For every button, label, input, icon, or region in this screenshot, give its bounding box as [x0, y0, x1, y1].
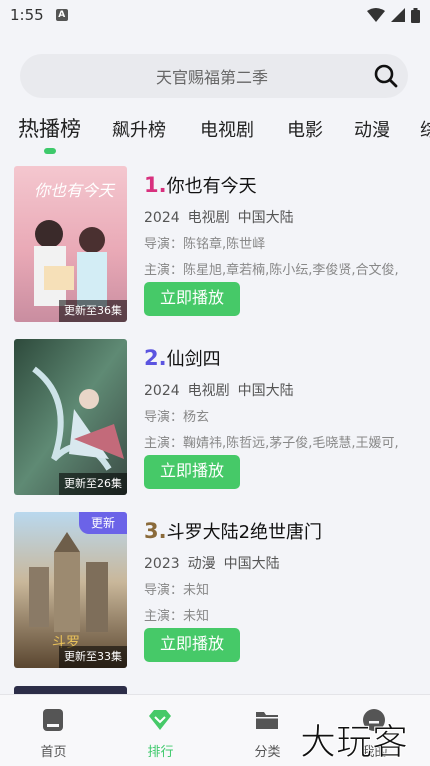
notification-icon: A [55, 9, 68, 21]
svg-text:你也有今天: 你也有今天 [34, 181, 116, 200]
search-bar[interactable]: 天官赐福第二季 [20, 54, 408, 98]
play-button[interactable]: 立即播放 [144, 455, 240, 489]
tab-hot[interactable]: 热播榜 [18, 113, 81, 143]
episode-badge: 更新至33集 [59, 646, 127, 668]
status-time: 1:55 [10, 6, 44, 24]
item-director: 导演：未知 [144, 583, 210, 598]
tab-movie[interactable]: 电影 [287, 116, 323, 142]
search-icon[interactable] [364, 54, 408, 98]
nav-label: 排行 [147, 745, 174, 760]
new-badge: 更新 [79, 512, 127, 534]
item-region: 中国大陆 [223, 556, 280, 572]
status-icons [367, 7, 420, 23]
rank-number: 1. [144, 173, 167, 197]
nav-home[interactable]: 首页 [0, 695, 107, 766]
item-year: 2023 [144, 556, 180, 572]
item-year: 2024 [144, 383, 180, 399]
item-title[interactable]: 你也有今天 [167, 176, 257, 197]
wifi-icon [367, 8, 385, 22]
item-director: 导演：陈铭章,陈世峄 [144, 237, 266, 252]
tab-indicator [44, 148, 56, 154]
ranking-diamond-icon [149, 710, 171, 730]
poster-image[interactable]: 更新至26集 [14, 339, 127, 495]
status-bar: 1:55 A [0, 0, 430, 30]
home-icon [43, 709, 63, 731]
nav-label: 首页 [40, 745, 67, 760]
item-title[interactable]: 斗罗大陆2绝世唐门 [167, 522, 322, 543]
item-info: 1.你也有今天 2024 电视剧 中国大陆 导演：陈铭章,陈世峄 主演：陈星旭,章若… [144, 166, 414, 316]
item-info: 2.仙剑四 2024 电视剧 中国大陆 导演：杨玄 主演：鞠婧祎,陈哲远,茅子俊,毛… [144, 339, 414, 489]
play-button[interactable]: 立即播放 [144, 628, 240, 662]
item-cast: 主演：鞠婧祎,陈哲远,茅子俊,毛晓慧,王媛可, [144, 436, 399, 451]
item-title-row[interactable]: 3.斗罗大陆2绝世唐门 [144, 516, 414, 546]
episode-badge: 更新至36集 [59, 300, 127, 322]
item-meta: 2024 电视剧 中国大陆 [144, 208, 414, 228]
poster-image[interactable]: 斗罗 更新 更新至33集 [14, 512, 127, 668]
battery-icon [411, 7, 420, 23]
item-director: 导演：杨玄 [144, 410, 210, 425]
list-item[interactable]: 斗罗 更新 更新至33集 3.斗罗大陆2绝世唐门 2023 动漫 中国大陆 导演：未… [14, 512, 414, 670]
signal-icon [391, 8, 405, 22]
tab-rising[interactable]: 飙升榜 [112, 116, 166, 142]
item-type: 电视剧 [187, 383, 230, 399]
item-title[interactable]: 仙剑四 [167, 349, 221, 370]
tab-variety[interactable]: 综 [420, 116, 430, 142]
tab-anime[interactable]: 动漫 [354, 116, 390, 142]
item-type: 动漫 [187, 556, 216, 572]
item-meta: 2024 电视剧 中国大陆 [144, 381, 414, 401]
episode-badge: 更新至26集 [59, 473, 127, 495]
rank-number: 2. [144, 346, 167, 370]
item-cast: 主演：未知 [144, 609, 210, 624]
list-item[interactable]: 更新至26集 2.仙剑四 2024 电视剧 中国大陆 导演：杨玄 主演：鞠婧祎,陈哲… [14, 339, 414, 497]
search-input[interactable]: 天官赐福第二季 [20, 64, 364, 88]
play-button[interactable]: 立即播放 [144, 282, 240, 316]
item-meta: 2023 动漫 中国大陆 [144, 554, 414, 574]
rank-number: 3. [144, 519, 167, 543]
item-region: 中国大陆 [237, 210, 294, 226]
poster-image-partial[interactable] [14, 686, 127, 694]
item-title-row[interactable]: 1.你也有今天 [144, 170, 414, 200]
item-region: 中国大陆 [237, 383, 294, 399]
item-year: 2024 [144, 210, 180, 226]
folder-icon [256, 712, 278, 729]
category-tabs: 热播榜 飙升榜 电视剧 电影 动漫 综 [0, 108, 430, 158]
list-item[interactable]: 你也有今天 更新至36集 1.你也有今天 2024 电视剧 中国大陆 导演：陈铭章,… [14, 166, 414, 324]
item-cast: 主演：陈星旭,章若楠,陈小纭,李俊贤,合文俊, [144, 263, 399, 278]
item-title-row[interactable]: 2.仙剑四 [144, 343, 414, 373]
item-type: 电视剧 [187, 210, 230, 226]
item-info: 3.斗罗大陆2绝世唐门 2023 动漫 中国大陆 导演：未知 主演：未知 立即播放 [144, 512, 414, 662]
tab-tv[interactable]: 电视剧 [200, 116, 254, 142]
svg-text:大玩客: 大玩客 [300, 722, 408, 763]
nav-ranking[interactable]: 排行 [107, 695, 214, 766]
watermark-logo: 大玩客 [300, 722, 409, 764]
poster-image[interactable]: 你也有今天 更新至36集 [14, 166, 127, 322]
